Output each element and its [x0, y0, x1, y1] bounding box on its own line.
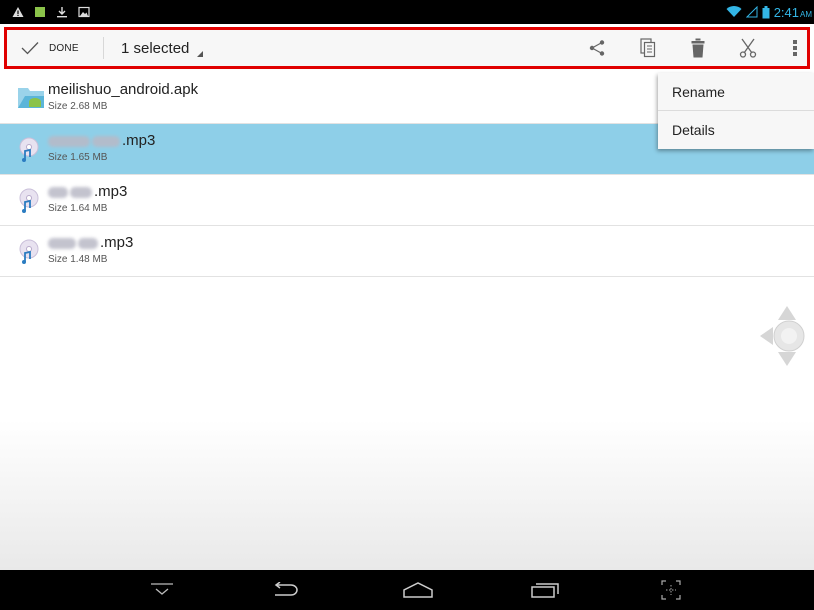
- share-icon: [589, 40, 605, 56]
- background-fade: [0, 420, 814, 570]
- screenshot-button[interactable]: [651, 578, 691, 602]
- signal-icon: [745, 6, 758, 18]
- delete-icon: [691, 38, 705, 58]
- battery-icon: [762, 5, 770, 18]
- clock-ampm: AM: [800, 9, 812, 19]
- file-name: .mp3: [48, 132, 155, 149]
- menu-item-rename[interactable]: Rename: [658, 73, 814, 110]
- cut-button[interactable]: [736, 35, 760, 61]
- done-label: DONE: [49, 42, 79, 54]
- copy-icon: [640, 38, 656, 58]
- status-bar: 2:41AM: [0, 0, 814, 24]
- navigation-bar: [0, 570, 814, 610]
- home-icon: [403, 582, 433, 598]
- file-extension: .mp3: [94, 183, 128, 200]
- audio-file-icon: [19, 239, 39, 264]
- wifi-icon: [726, 6, 742, 18]
- file-name: meilishuo_android.apk: [48, 81, 199, 98]
- home-button[interactable]: [398, 578, 438, 602]
- copy-button[interactable]: [636, 35, 660, 61]
- redacted-text: [48, 237, 76, 249]
- clock-time: 2:41: [773, 4, 799, 20]
- selection-dropdown[interactable]: 1 selected: [121, 30, 204, 66]
- redacted-text: [48, 186, 68, 198]
- warning-icon: [12, 7, 24, 17]
- audio-file-icon: [19, 137, 39, 162]
- redacted-text: [92, 135, 120, 147]
- file-row-mp3-2[interactable]: .mp3 Size 1.64 MB: [0, 175, 814, 226]
- file-name: .mp3: [48, 183, 127, 200]
- divider: [103, 37, 104, 59]
- selection-count-label: 1 selected: [121, 39, 190, 57]
- screenshot-icon: [661, 580, 681, 600]
- dropdown-triangle-icon: [197, 51, 204, 57]
- file-size: Size 1.65 MB: [48, 152, 108, 163]
- apk-file-icon: [18, 88, 44, 108]
- overflow-popup-menu: Rename Details: [658, 73, 814, 149]
- file-row-mp3-3[interactable]: .mp3 Size 1.48 MB: [0, 226, 814, 277]
- clock: 2:41AM: [774, 5, 812, 20]
- menu-item-details[interactable]: Details: [658, 111, 814, 148]
- back-icon: [274, 582, 298, 596]
- file-extension: .mp3: [100, 234, 134, 251]
- checkmark-icon: [21, 42, 39, 55]
- file-size: Size 1.64 MB: [48, 203, 108, 214]
- overflow-menu-button[interactable]: [783, 35, 807, 61]
- redacted-text: [78, 237, 98, 249]
- overflow-menu-icon: [793, 40, 797, 56]
- notification-icons: [12, 5, 90, 19]
- cut-icon: [739, 38, 757, 58]
- redacted-text: [70, 186, 92, 198]
- file-extension: .mp3: [122, 132, 156, 149]
- done-button[interactable]: DONE: [21, 30, 79, 66]
- hide-keyboard-icon: [151, 583, 173, 595]
- file-size: Size 2.68 MB: [48, 101, 108, 112]
- file-name: .mp3: [48, 234, 133, 251]
- image-icon: [78, 6, 90, 18]
- recent-apps-icon: [531, 583, 559, 598]
- share-button[interactable]: [585, 35, 609, 61]
- contextual-action-bar: DONE 1 selected: [4, 27, 810, 69]
- back-button[interactable]: [265, 578, 305, 602]
- redacted-text: [48, 135, 90, 147]
- system-status: 2:41AM: [726, 4, 812, 20]
- recent-apps-button[interactable]: [525, 578, 565, 602]
- file-size: Size 1.48 MB: [48, 254, 108, 265]
- delete-button[interactable]: [686, 35, 710, 61]
- joystick-overlay-icon[interactable]: [760, 306, 814, 366]
- hide-keyboard-button[interactable]: [142, 578, 182, 602]
- app-notification-icon: [35, 7, 45, 17]
- download-icon: [57, 7, 67, 18]
- audio-file-icon: [19, 188, 39, 213]
